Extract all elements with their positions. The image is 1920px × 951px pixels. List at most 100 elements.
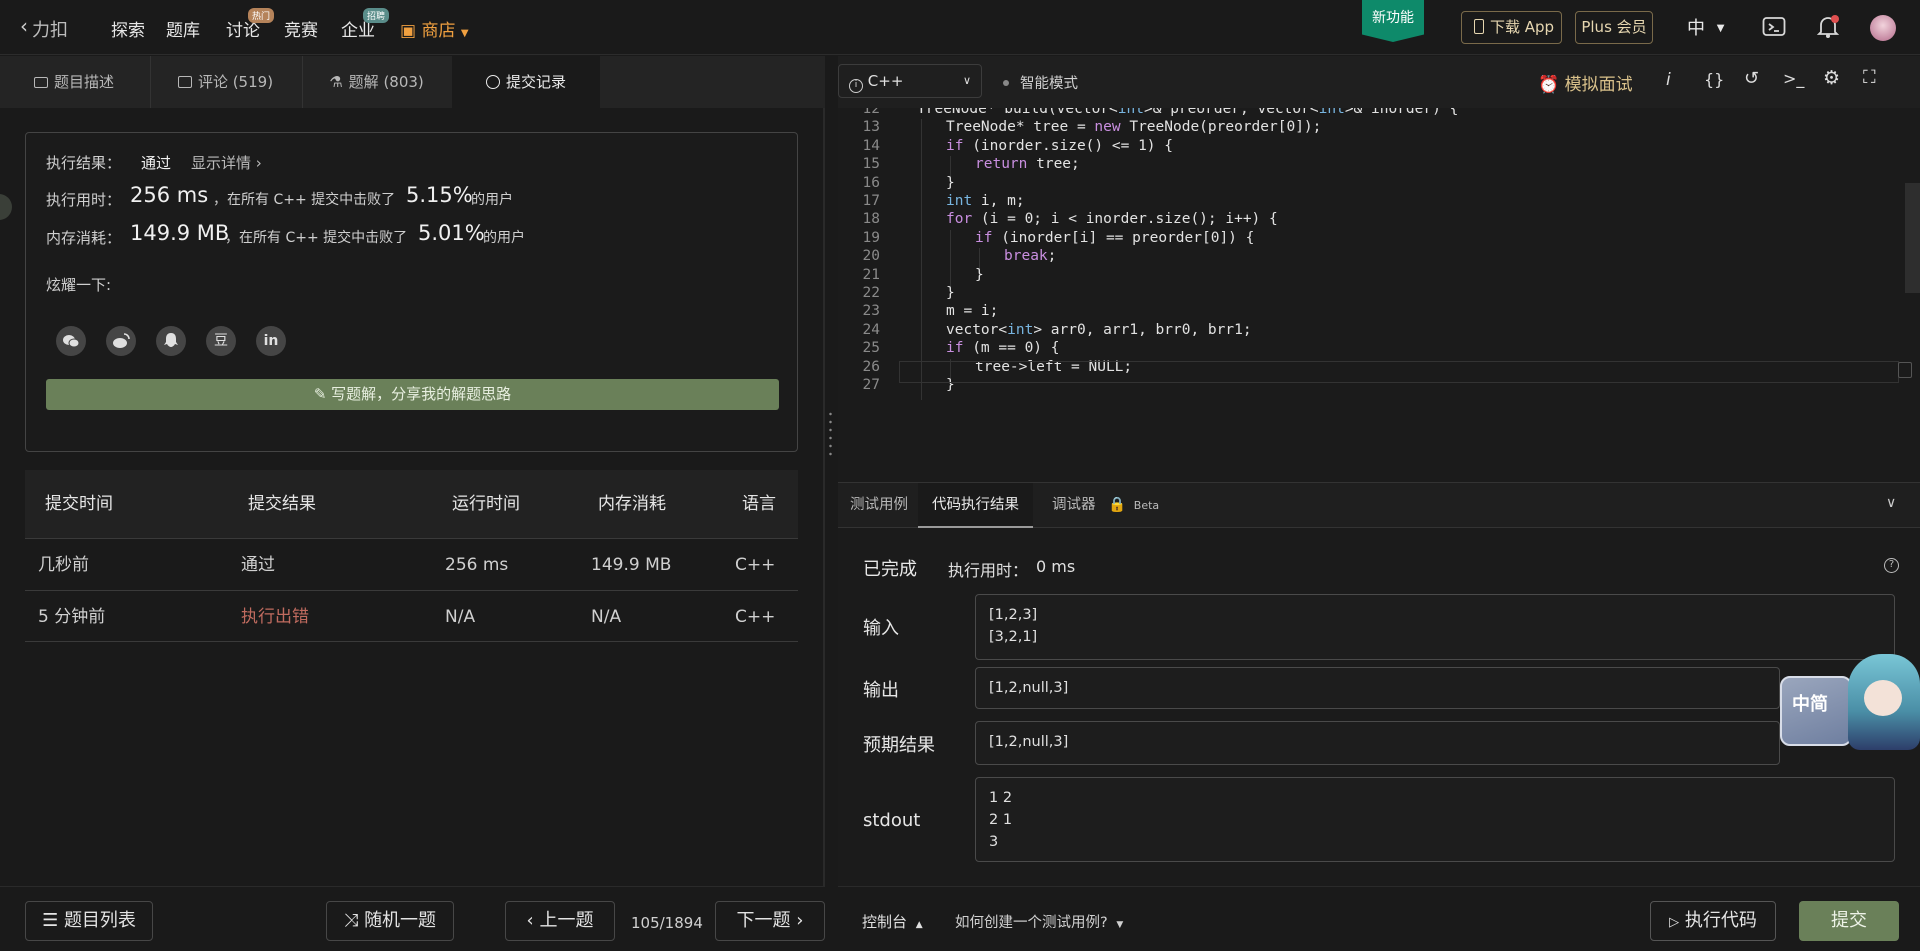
tab-solutions-label: 题解 (803) bbox=[348, 73, 424, 91]
cell-result[interactable]: 执行出错 bbox=[241, 591, 309, 643]
language-label: 中 bbox=[1687, 18, 1705, 39]
reset-icon[interactable]: ↺ bbox=[1744, 68, 1759, 89]
submit-button[interactable]: 提交 bbox=[1799, 901, 1899, 941]
nav-shop[interactable]: ▣ 商店 ▼ bbox=[400, 16, 469, 41]
beta-badge: Beta bbox=[1133, 499, 1160, 512]
code-text: } bbox=[946, 285, 955, 301]
tab-comments[interactable]: 评论 (519) bbox=[150, 56, 300, 108]
settings-icon[interactable]: ⚙ bbox=[1823, 67, 1840, 89]
share-label: 炫耀一下: bbox=[46, 276, 112, 294]
table-header bbox=[25, 470, 798, 538]
output-box[interactable]: [1,2,null,3] bbox=[975, 667, 1780, 709]
language-value: C++ bbox=[867, 72, 904, 90]
input-label: 输入 bbox=[863, 618, 899, 639]
stdout-box[interactable]: 1 2 2 1 3 bbox=[975, 777, 1895, 862]
console-label: 控制台 bbox=[862, 913, 908, 931]
braces-icon[interactable]: {} bbox=[1704, 70, 1724, 89]
cell-language: C++ bbox=[735, 607, 776, 627]
console-icon[interactable] bbox=[1762, 16, 1786, 38]
tab-description[interactable]: 题目描述 bbox=[0, 56, 148, 108]
expected-box[interactable]: [1,2,null,3] bbox=[975, 721, 1780, 765]
comment-icon bbox=[177, 76, 192, 88]
output-label: 输出 bbox=[863, 680, 899, 701]
smart-mode-toggle[interactable]: 智能模式 bbox=[1020, 72, 1078, 93]
avatar[interactable] bbox=[1870, 15, 1896, 41]
mascot-label: 中简 bbox=[1792, 694, 1828, 715]
line-number: 27 bbox=[862, 377, 880, 393]
table-row[interactable]: 几秒前 通过 256 ms 149.9 MB C++ bbox=[25, 538, 798, 590]
submission-pane: 执行结果： 通过 显示详情 › 执行用时： 256 ms ，在所有 C++ 提交… bbox=[0, 108, 825, 886]
recruit-badge: 招聘 bbox=[363, 8, 390, 23]
debugger-label: 调试器 bbox=[1052, 497, 1096, 513]
code-text: if (m == 0) { bbox=[946, 340, 1060, 357]
code-text: vector<int> arr0, arr1, brr0, brr1; bbox=[946, 321, 1252, 338]
console-toggle[interactable]: 控制台 ▲ bbox=[862, 911, 923, 932]
douban-icon[interactable]: 豆 bbox=[206, 326, 236, 356]
fullscreen-icon[interactable]: ⛶ bbox=[1863, 67, 1876, 88]
line-number: 18 bbox=[862, 211, 880, 228]
tab-exec-result[interactable]: 代码执行结果 bbox=[918, 483, 1033, 528]
info-italic-icon[interactable]: i bbox=[1666, 70, 1671, 90]
how-to-testcase-link[interactable]: 如何创建一个测试用例? ▼ bbox=[955, 911, 1123, 932]
random-problem-button[interactable]: ⤨ 随机一题 bbox=[326, 901, 454, 941]
write-solution-button[interactable]: ✎ 写题解，分享我的解题思路 bbox=[46, 379, 779, 410]
line-number: 15 bbox=[862, 156, 880, 173]
tab-solutions[interactable]: ⚗ 题解 (803) bbox=[302, 56, 450, 108]
table-row[interactable]: 5 分钟前 执行出错 N/A N/A C++ bbox=[25, 590, 798, 642]
problem-list-button[interactable]: ☰ 题目列表 bbox=[25, 901, 153, 941]
mock-interview-button[interactable]: ⏰ 模拟面试 bbox=[1538, 70, 1633, 95]
pencil-icon: ✎ bbox=[313, 385, 327, 403]
exec-time-value: 0 ms bbox=[1036, 557, 1076, 576]
qq-icon[interactable] bbox=[156, 326, 186, 356]
side-toggle[interactable] bbox=[0, 194, 12, 220]
code-editor[interactable]: 12 TreeNode* build(vector<int>& preorder,… bbox=[838, 108, 1920, 482]
language-switch[interactable]: 中 ▼ bbox=[1687, 14, 1724, 40]
bell-icon[interactable] bbox=[1816, 14, 1840, 40]
scrollbar-thumb[interactable] bbox=[1905, 183, 1920, 293]
top-nav: ‹ 力扣 探索 题库 讨论 热门 竞赛 企业 招聘 ▣ 商店 ▼ 新功能 下载 … bbox=[0, 0, 1920, 55]
cell-result[interactable]: 通过 bbox=[241, 539, 275, 591]
help-icon[interactable]: ? bbox=[1884, 558, 1899, 573]
memory-value: 149.9 MB bbox=[130, 221, 230, 245]
result-label: 执行结果： bbox=[46, 154, 122, 172]
new-feature-banner[interactable]: 新功能 bbox=[1362, 0, 1424, 42]
tab-testcase[interactable]: 测试用例 bbox=[850, 483, 908, 528]
nav-problems[interactable]: 题库 bbox=[166, 16, 200, 41]
tab-submissions[interactable]: 提交记录 bbox=[452, 56, 600, 108]
show-details-link[interactable]: 显示详情 › bbox=[191, 152, 262, 173]
shop-label: 商店 bbox=[421, 21, 456, 41]
left-tab-bar: 题目描述 评论 (519) ⚗ 题解 (803) 提交记录 bbox=[0, 56, 825, 108]
wechat-icon[interactable] bbox=[56, 326, 86, 356]
expected-label: 预期结果 bbox=[863, 735, 935, 756]
line-number: 25 bbox=[862, 340, 880, 357]
panel-splitter[interactable] bbox=[826, 400, 836, 470]
nav-contest[interactable]: 竞赛 bbox=[284, 16, 318, 41]
weibo-icon[interactable] bbox=[106, 326, 136, 356]
linkedin-icon[interactable]: in bbox=[256, 326, 286, 356]
line-number: 14 bbox=[862, 137, 880, 154]
tab-debugger[interactable]: 调试器 🔒 Beta bbox=[1052, 483, 1159, 528]
terminal-icon[interactable]: >_ bbox=[1783, 69, 1804, 88]
run-code-button[interactable]: ▷ 执行代码 bbox=[1650, 901, 1776, 941]
right-bottom-bar: 控制台 ▲ 如何创建一个测试用例? ▼ ▷ 执行代码 提交 bbox=[838, 886, 1920, 951]
shuffle-icon: ⤨ bbox=[343, 910, 359, 931]
input-box[interactable]: [1,2,3] [3,2,1] bbox=[975, 594, 1895, 660]
download-app-button[interactable]: 下载 App bbox=[1461, 11, 1562, 44]
plus-member-button[interactable]: Plus 会员 bbox=[1575, 11, 1653, 44]
nav-explore[interactable]: 探索 bbox=[111, 16, 145, 41]
copy-icon[interactable] bbox=[1898, 362, 1912, 378]
collapse-icon[interactable]: ∨ bbox=[1886, 495, 1896, 511]
prev-problem-button[interactable]: ‹ 上一题 bbox=[505, 901, 615, 941]
cell-memory: 149.9 MB bbox=[591, 555, 672, 575]
mascot-widget[interactable]: 中简 bbox=[1780, 654, 1920, 774]
language-select[interactable]: i C++ ∨ bbox=[838, 64, 982, 98]
logo[interactable]: ‹ 力扣 bbox=[20, 14, 90, 41]
next-label: 下一题 bbox=[736, 910, 791, 931]
document-icon bbox=[33, 77, 48, 88]
line-number: 24 bbox=[862, 321, 880, 338]
hot-badge: 热门 bbox=[248, 8, 275, 23]
runtime-suffix: 的用户 bbox=[471, 192, 513, 208]
chevron-up-icon: ▲ bbox=[915, 920, 923, 930]
next-problem-button[interactable]: 下一题 › bbox=[715, 901, 825, 941]
exec-status: 已完成 bbox=[863, 559, 917, 580]
